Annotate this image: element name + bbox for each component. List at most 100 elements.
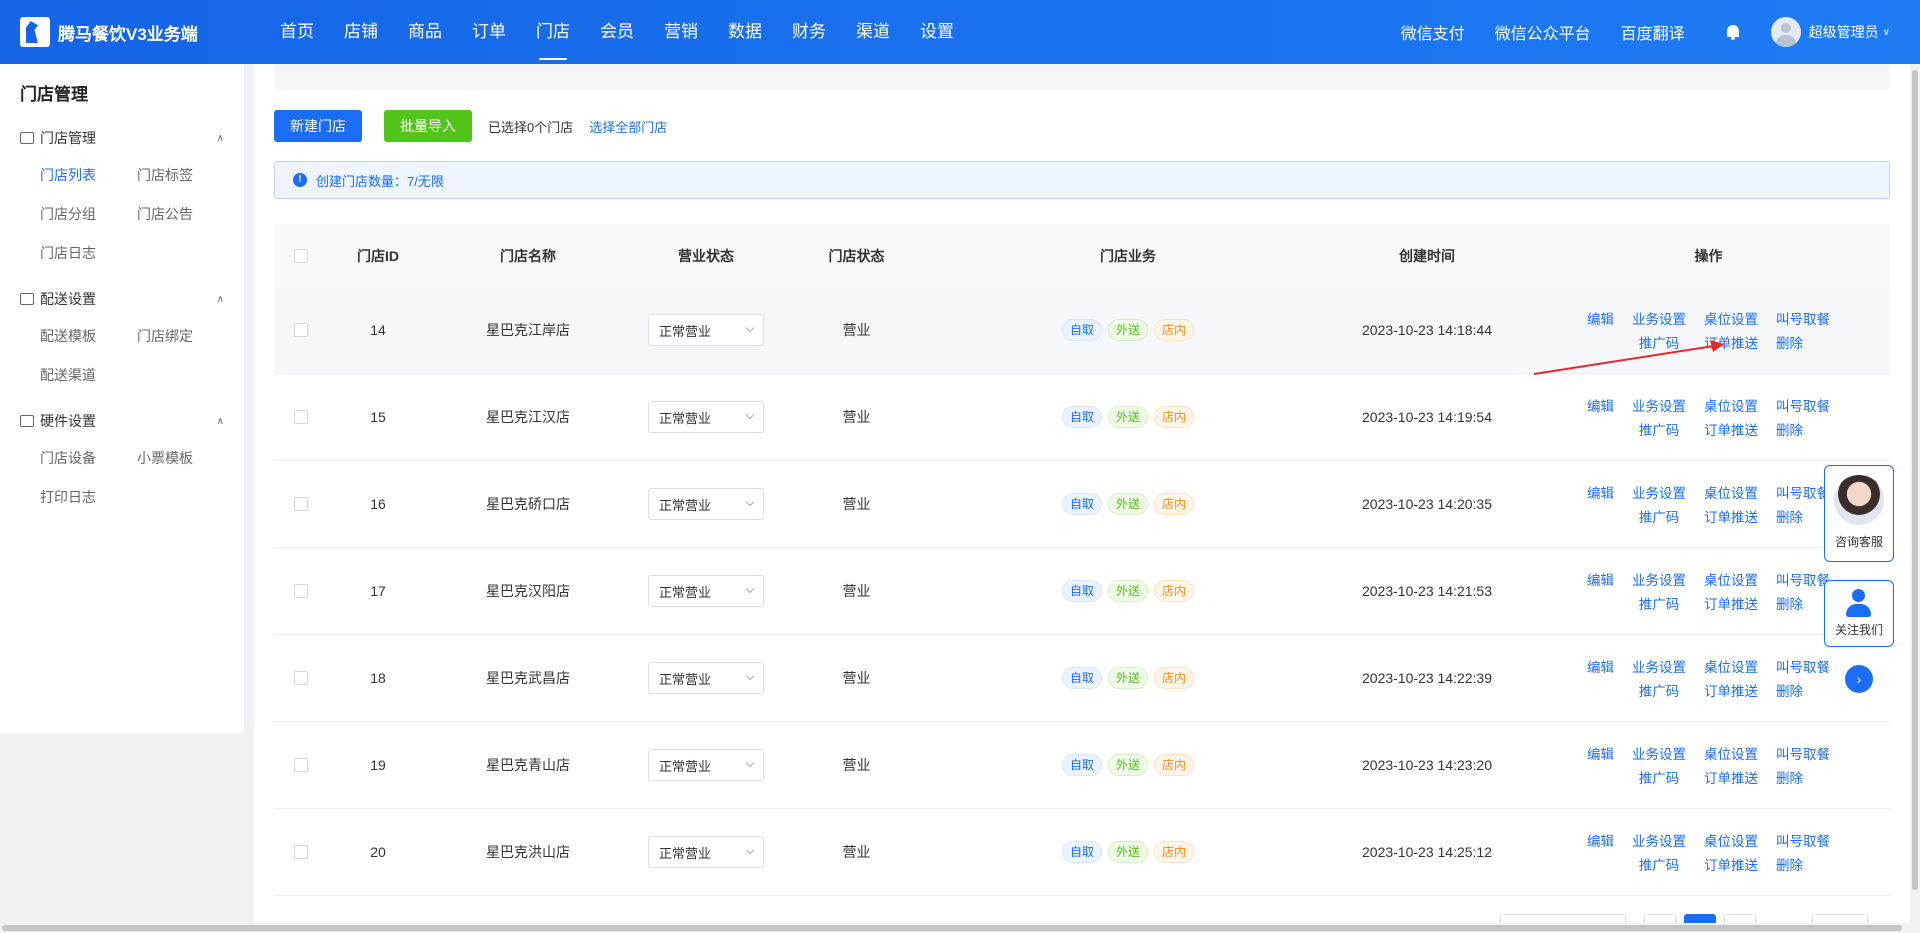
business-settings-link[interactable]: 业务设置 — [1632, 308, 1686, 328]
delete-link[interactable]: 删除 — [1776, 506, 1803, 526]
user-avatar[interactable] — [1770, 17, 1801, 47]
sidebar-item[interactable]: 门店绑定 — [137, 317, 234, 356]
delete-link[interactable]: 删除 — [1776, 332, 1803, 352]
sidebar-group-header[interactable]: 硬件设置 ∧ — [0, 403, 244, 439]
sidebar-item[interactable]: 配送模板 — [40, 317, 137, 356]
table-settings-link[interactable]: 桌位设置 — [1704, 569, 1758, 589]
sidebar-group-header[interactable]: 配送设置 ∧ — [0, 281, 244, 317]
customer-service-widget[interactable]: 咨询客服 — [1824, 465, 1894, 562]
sidebar-item[interactable]: 打印日志 — [40, 478, 137, 517]
select-all-stores-link[interactable]: 选择全部门店 — [589, 117, 667, 136]
edit-link[interactable]: 编辑 — [1587, 482, 1614, 502]
nav-item-4[interactable]: 门店 — [521, 0, 585, 64]
sidebar-item[interactable]: 门店公告 — [137, 195, 234, 234]
edit-link[interactable]: 编辑 — [1587, 569, 1614, 589]
batch-import-button[interactable]: 批量导入 — [384, 110, 472, 142]
chevron-up-icon[interactable]: ∧ — [217, 294, 224, 305]
business-status-select[interactable]: 正常营业 — [648, 749, 764, 781]
nav-item-0[interactable]: 首页 — [265, 0, 329, 64]
row-checkbox[interactable] — [294, 497, 308, 511]
chevron-up-icon[interactable]: ∧ — [217, 416, 224, 427]
sidebar-item[interactable]: 配送渠道 — [40, 356, 137, 395]
edit-link[interactable]: 编辑 — [1587, 656, 1614, 676]
follow-us-widget[interactable]: 关注我们 — [1824, 580, 1894, 647]
row-checkbox[interactable] — [294, 584, 308, 598]
row-checkbox[interactable] — [294, 845, 308, 859]
call-number-link[interactable]: 叫号取餐 — [1776, 482, 1830, 502]
sidebar-item[interactable]: 门店设备 — [40, 439, 137, 478]
call-number-link[interactable]: 叫号取餐 — [1776, 743, 1830, 763]
sidebar-item[interactable]: 门店列表 — [40, 156, 137, 195]
table-settings-link[interactable]: 桌位设置 — [1704, 743, 1758, 763]
order-push-link[interactable]: 订单推送 — [1704, 680, 1758, 700]
table-settings-link[interactable]: 桌位设置 — [1704, 482, 1758, 502]
promo-code-link[interactable]: 推广码 — [1639, 419, 1680, 439]
promo-code-link[interactable]: 推广码 — [1639, 593, 1680, 613]
call-number-link[interactable]: 叫号取餐 — [1776, 656, 1830, 676]
business-settings-link[interactable]: 业务设置 — [1632, 395, 1686, 415]
business-status-select[interactable]: 正常营业 — [648, 575, 764, 607]
nav-item-1[interactable]: 店铺 — [329, 0, 393, 64]
business-settings-link[interactable]: 业务设置 — [1632, 743, 1686, 763]
order-push-link[interactable]: 订单推送 — [1704, 506, 1758, 526]
delete-link[interactable]: 删除 — [1776, 767, 1803, 787]
top-link-baidu-translate[interactable]: 百度翻译 — [1621, 20, 1685, 44]
order-push-link[interactable]: 订单推送 — [1704, 419, 1758, 439]
promo-code-link[interactable]: 推广码 — [1639, 767, 1680, 787]
sidebar-item[interactable]: 小票模板 — [137, 439, 234, 478]
business-settings-link[interactable]: 业务设置 — [1632, 482, 1686, 502]
nav-item-7[interactable]: 数据 — [713, 0, 777, 64]
order-push-link[interactable]: 订单推送 — [1704, 854, 1758, 874]
row-checkbox[interactable] — [294, 671, 308, 685]
business-status-select[interactable]: 正常营业 — [648, 488, 764, 520]
business-status-select[interactable]: 正常营业 — [648, 401, 764, 433]
table-settings-link[interactable]: 桌位设置 — [1704, 830, 1758, 850]
nav-item-8[interactable]: 财务 — [777, 0, 841, 64]
chevron-up-icon[interactable]: ∧ — [217, 133, 224, 144]
order-push-link[interactable]: 订单推送 — [1704, 767, 1758, 787]
top-link-wechat-mp[interactable]: 微信公众平台 — [1495, 20, 1591, 44]
delete-link[interactable]: 删除 — [1776, 680, 1803, 700]
call-number-link[interactable]: 叫号取餐 — [1776, 308, 1830, 328]
business-settings-link[interactable]: 业务设置 — [1632, 656, 1686, 676]
table-settings-link[interactable]: 桌位设置 — [1704, 656, 1758, 676]
sidebar-item[interactable]: 门店日志 — [40, 234, 137, 273]
horizontal-scrollbar-thumb[interactable] — [2, 925, 1902, 931]
app-logo[interactable]: 腾马餐饮V3业务端 — [0, 17, 265, 47]
call-number-link[interactable]: 叫号取餐 — [1776, 395, 1830, 415]
business-settings-link[interactable]: 业务设置 — [1632, 830, 1686, 850]
edit-link[interactable]: 编辑 — [1587, 308, 1614, 328]
chevron-right-icon[interactable]: › — [1845, 665, 1873, 693]
sidebar-item[interactable]: 门店标签 — [137, 156, 234, 195]
order-push-link[interactable]: 订单推送 — [1704, 593, 1758, 613]
call-number-link[interactable]: 叫号取餐 — [1776, 830, 1830, 850]
table-settings-link[interactable]: 桌位设置 — [1704, 395, 1758, 415]
nav-item-2[interactable]: 商品 — [393, 0, 457, 64]
delete-link[interactable]: 删除 — [1776, 419, 1803, 439]
nav-item-3[interactable]: 订单 — [457, 0, 521, 64]
nav-item-6[interactable]: 营销 — [649, 0, 713, 64]
delete-link[interactable]: 删除 — [1776, 593, 1803, 613]
bell-icon[interactable] — [1725, 24, 1741, 40]
nav-item-10[interactable]: 设置 — [905, 0, 969, 64]
nav-item-5[interactable]: 会员 — [585, 0, 649, 64]
chevron-down-icon[interactable]: ∨ — [1883, 27, 1890, 38]
promo-code-link[interactable]: 推广码 — [1639, 854, 1680, 874]
edit-link[interactable]: 编辑 — [1587, 830, 1614, 850]
new-store-button[interactable]: 新建门店 — [274, 110, 362, 142]
row-checkbox[interactable] — [294, 410, 308, 424]
table-settings-link[interactable]: 桌位设置 — [1704, 308, 1758, 328]
row-checkbox[interactable] — [294, 758, 308, 772]
user-name[interactable]: 超级管理员 — [1809, 22, 1879, 42]
sidebar-group-header[interactable]: 门店管理 ∧ — [0, 120, 244, 156]
delete-link[interactable]: 删除 — [1776, 854, 1803, 874]
row-checkbox[interactable] — [294, 323, 308, 337]
select-all-checkbox[interactable] — [294, 248, 308, 263]
vertical-scrollbar-thumb[interactable] — [1912, 70, 1918, 890]
nav-item-9[interactable]: 渠道 — [841, 0, 905, 64]
promo-code-link[interactable]: 推广码 — [1639, 506, 1680, 526]
business-status-select[interactable]: 正常营业 — [648, 662, 764, 694]
business-settings-link[interactable]: 业务设置 — [1632, 569, 1686, 589]
top-link-wechat-pay[interactable]: 微信支付 — [1401, 20, 1465, 44]
business-status-select[interactable]: 正常营业 — [648, 836, 764, 868]
